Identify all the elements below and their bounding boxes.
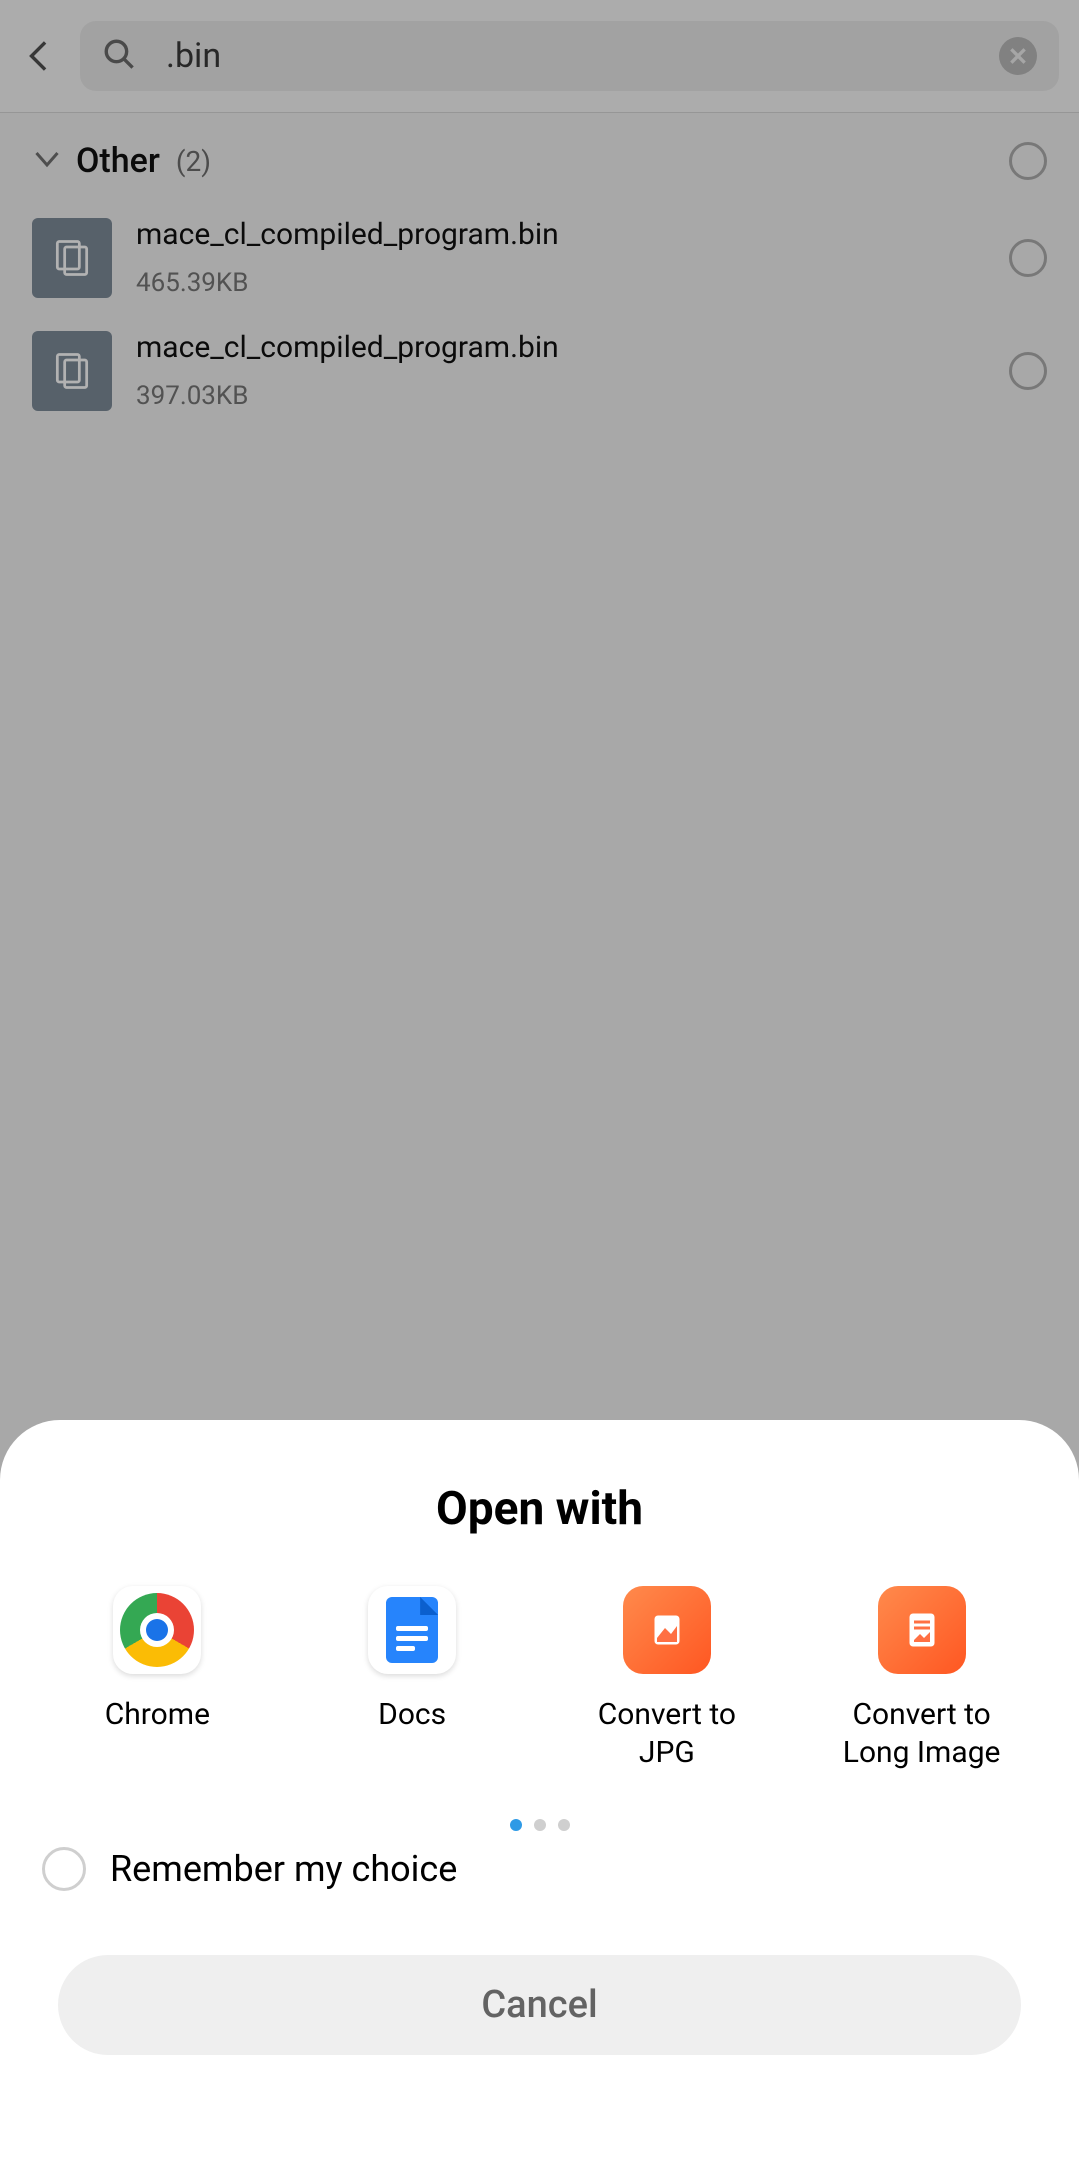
app-option-convert-jpg[interactable]: Convert to JPG [577, 1586, 757, 1771]
remember-label: Remember my choice [110, 1848, 457, 1890]
remember-choice-row[interactable]: Remember my choice [0, 1831, 1079, 1891]
app-label: Convert to Long Image [832, 1696, 1012, 1771]
chrome-icon [113, 1586, 201, 1674]
page-dot-3 [558, 1819, 570, 1831]
page-indicator [0, 1819, 1079, 1831]
convert-jpg-icon [623, 1586, 711, 1674]
app-option-docs[interactable]: Docs [322, 1586, 502, 1771]
convert-long-image-icon [878, 1586, 966, 1674]
open-with-sheet: Open with Chrome Docs Conve [0, 1420, 1079, 2165]
cancel-label: Cancel [481, 1983, 597, 2027]
app-option-chrome[interactable]: Chrome [67, 1586, 247, 1771]
app-option-convert-long-image[interactable]: Convert to Long Image [832, 1586, 1012, 1771]
sheet-title: Open with [0, 1420, 1079, 1576]
page-dot-2 [534, 1819, 546, 1831]
cancel-button[interactable]: Cancel [58, 1955, 1021, 2055]
app-chooser-grid: Chrome Docs Convert to JPG [0, 1576, 1079, 1771]
app-label: Chrome [105, 1696, 210, 1734]
page-dot-1 [510, 1819, 522, 1831]
docs-icon [368, 1586, 456, 1674]
remember-checkbox[interactable] [42, 1847, 86, 1891]
screen: .bin Other (2) mace_cl_compiled_program.… [0, 0, 1079, 2165]
app-label: Docs [378, 1696, 446, 1734]
app-label: Convert to JPG [577, 1696, 757, 1771]
